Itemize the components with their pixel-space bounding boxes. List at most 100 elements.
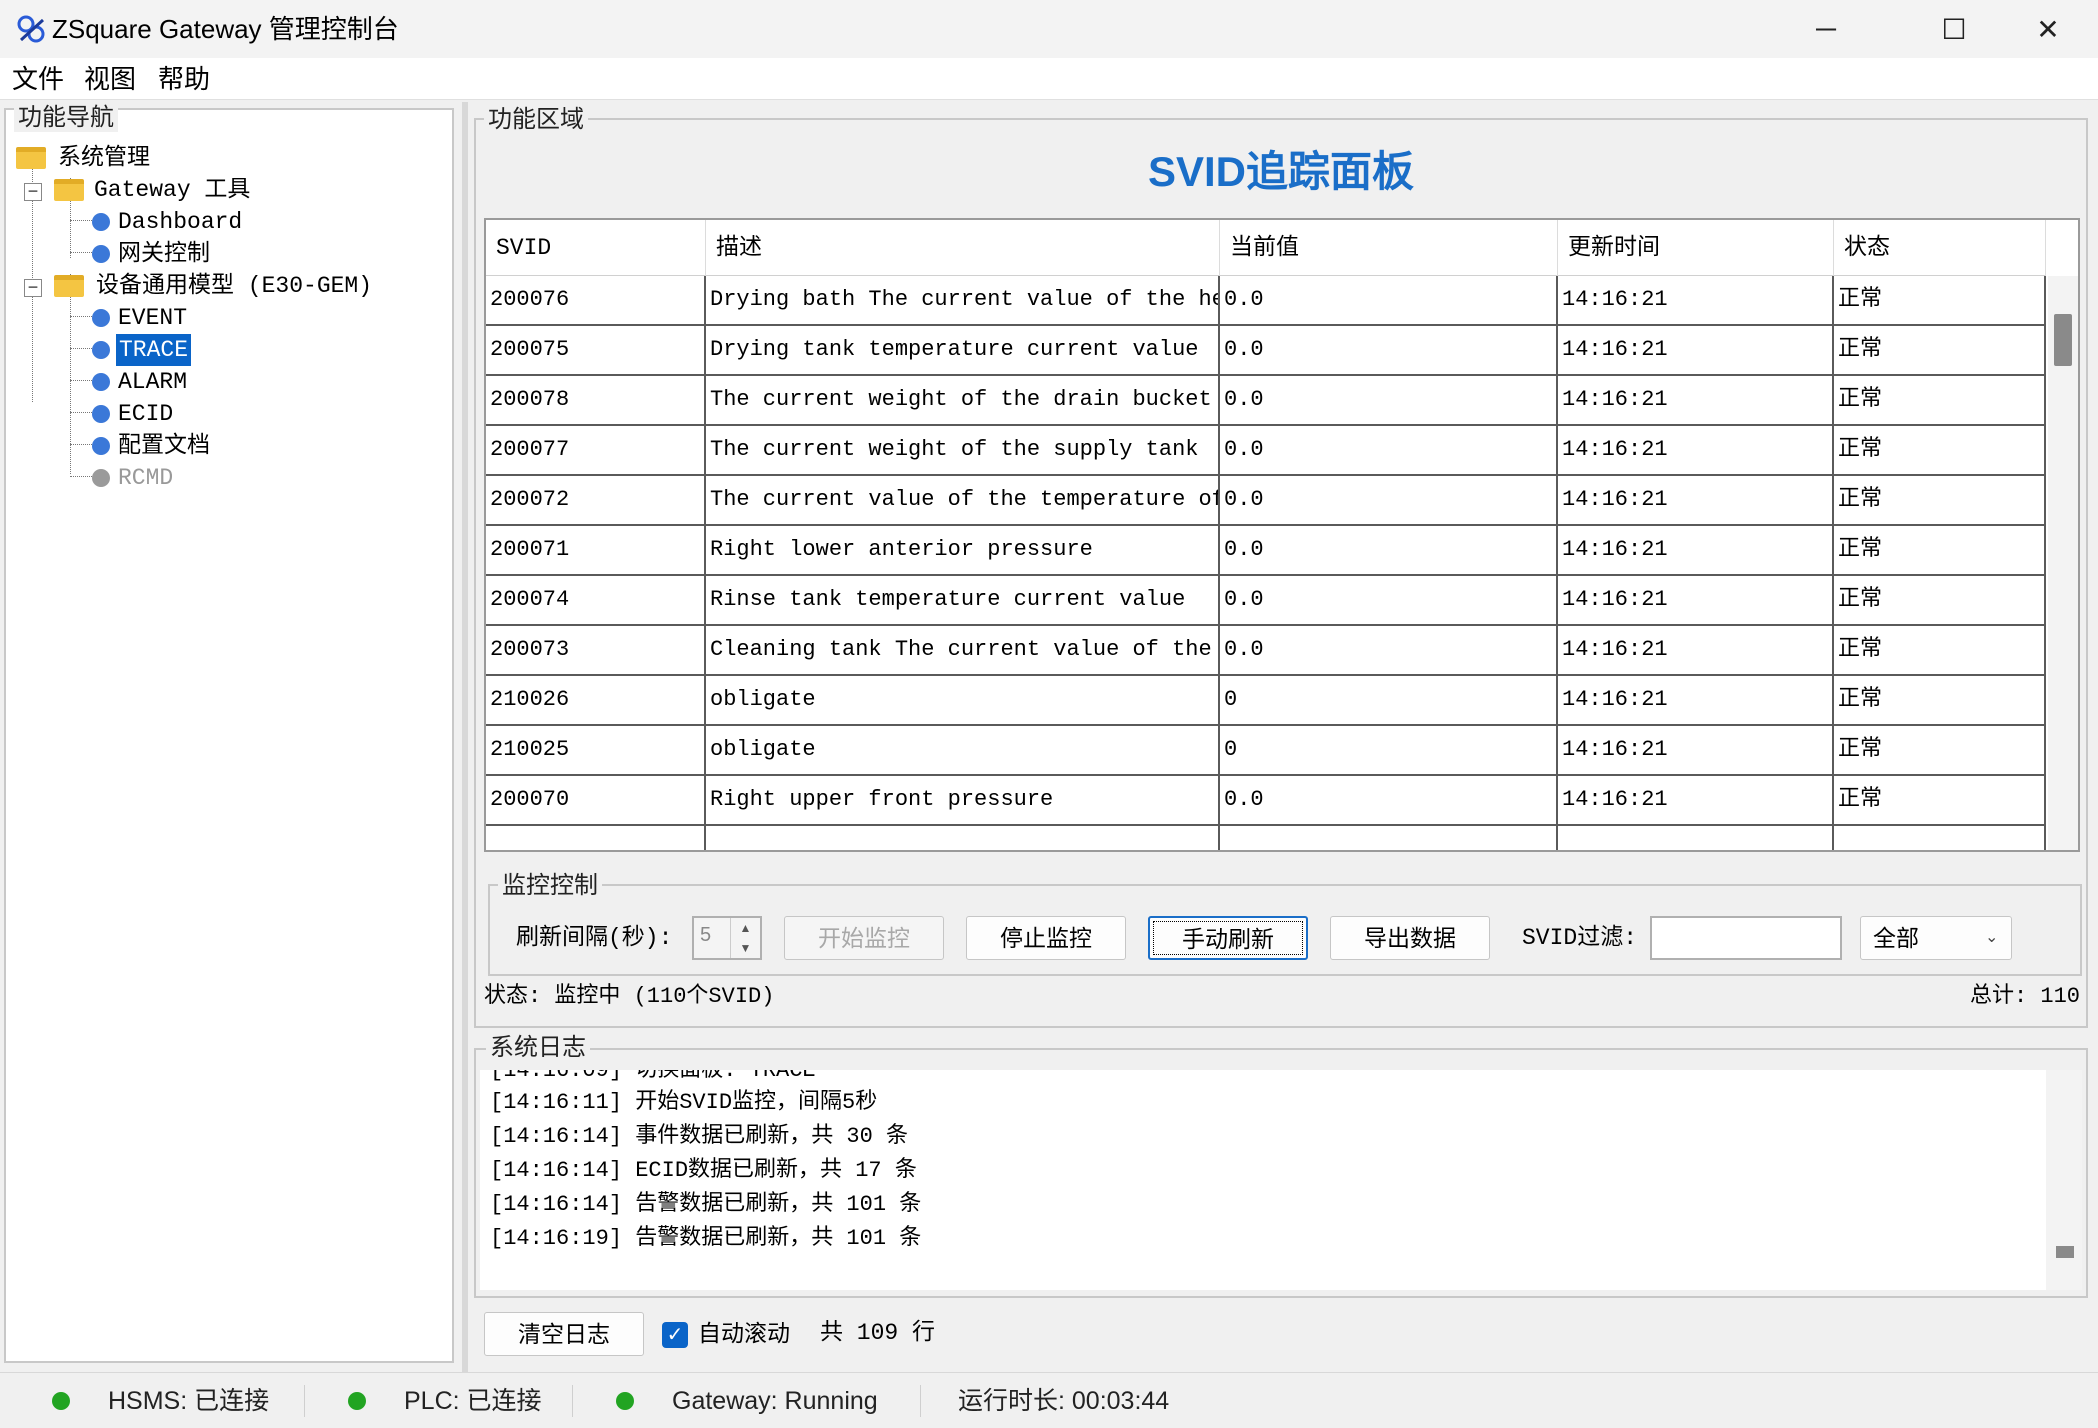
status-bar: HSMS: 已连接 PLC: 已连接 Gateway: Running 运行时长… [0,1372,2098,1428]
menu-file[interactable]: 文件 [2,62,74,96]
node-dot-icon [92,245,110,263]
column-header-status[interactable]: 状态 [1834,220,2046,276]
filter-select[interactable]: 全部 ⌄ [1860,916,2012,960]
divider [920,1385,921,1417]
gateway-status-icon [616,1392,634,1410]
table-cell [1834,826,2046,850]
table-row[interactable]: 200072 The current value of the temperatu… [486,476,2046,526]
table-row[interactable]: 210025 obligate 0 14:16:21 正常 [486,726,2046,776]
column-header-description[interactable]: 描述 [706,220,1220,276]
stop-monitor-button[interactable]: 停止监控 [966,916,1126,960]
cell-description: The current weight of the drain bucket [706,376,1220,424]
node-dot-icon [92,341,110,359]
collapse-icon[interactable]: − [24,182,42,201]
cell-status: 正常 [1834,326,2046,374]
cell-current-value: 0.0 [1220,576,1558,624]
start-monitor-button[interactable]: 开始监控 [784,916,944,960]
cell-description: Cleaning tank The current value of the .… [706,626,1220,674]
table-header: SVID 描述 当前值 更新时间 状态 [486,220,2046,276]
table-row[interactable]: 200070 Right upper front pressure 0.0 14:16… [486,776,2046,826]
column-header-current-value[interactable]: 当前值 [1220,220,1558,276]
cell-current-value: 0.0 [1220,526,1558,574]
cell-current-value: 0.0 [1220,426,1558,474]
scrollbar-thumb[interactable] [2056,1246,2074,1258]
svid-filter-label: SVID过滤: [1522,925,1638,951]
cell-current-value: 0 [1220,726,1558,774]
tree-line [70,252,92,253]
autoscroll-checkbox[interactable]: ✓ [662,1322,688,1348]
log-line: [14:16:14] 事件数据已刷新，共 30 条 [490,1124,909,1149]
column-header-svid[interactable]: SVID [486,220,706,276]
window-title: ZSquare Gateway 管理控制台 [52,14,399,44]
node-dot-icon [92,437,110,455]
svid-filter-input[interactable] [1650,916,1842,960]
table-row[interactable]: 200071 Right lower anterior pressure 0.0 14… [486,526,2046,576]
tree-label: EVENT [118,305,188,331]
collapse-icon[interactable]: − [24,278,42,297]
scrollbar-thumb[interactable] [2054,314,2072,366]
uptime: 运行时长: 00:03:44 [958,1387,1170,1415]
interval-spinbox[interactable]: 5 ▲ ▼ [692,916,762,960]
cell-status: 正常 [1834,776,2046,824]
table-row[interactable]: 210026 obligate 0 14:16:21 正常 [486,676,2046,726]
cell-description: Right lower anterior pressure [706,526,1220,574]
page-title: SVID追踪面板 [1147,148,1415,195]
export-data-button[interactable]: 导出数据 [1330,916,1490,960]
node-dot-icon [92,309,110,327]
autoscroll-label: 自动滚动 [698,1320,790,1346]
table-row[interactable]: 200073 Cleaning tank The current value of… [486,626,2046,676]
cell-current-value: 0.0 [1220,626,1558,674]
table-row[interactable]: 200076 Drying bath The current value of t… [486,276,2046,326]
menu-help[interactable]: 帮助 [148,62,220,96]
table-cell [486,826,706,850]
cell-svid: 210025 [486,726,706,774]
table-row[interactable]: 200075 Drying tank temperature current va… [486,326,2046,376]
cell-update-time: 14:16:21 [1558,776,1834,824]
cell-description: obligate [706,676,1220,724]
clear-log-button[interactable]: 清空日志 [484,1312,644,1356]
tree-label: ALARM [118,369,188,395]
cell-status: 正常 [1834,576,2046,624]
cell-update-time: 14:16:21 [1558,426,1834,474]
cell-svid: 200071 [486,526,706,574]
gateway-status: Gateway: Running [672,1387,878,1415]
table-scrollbar[interactable] [2048,276,2078,850]
cell-status: 正常 [1834,376,2046,424]
column-header-update-time[interactable]: 更新时间 [1558,220,1834,276]
cell-update-time: 14:16:21 [1558,276,1834,324]
node-dot-icon [92,213,110,231]
folder-icon [54,275,84,297]
minimize-button[interactable]: ─ [1780,0,1872,58]
tree-label: 配置文档 [118,433,210,459]
log-scrollbar[interactable] [2046,1070,2082,1290]
system-log-title: 系统日志 [486,1034,590,1062]
cell-update-time: 14:16:21 [1558,626,1834,674]
table-row[interactable]: 200078 The current weight of the drain bu… [486,376,2046,426]
interval-value: 5 [700,924,712,946]
cell-update-time: 14:16:21 [1558,526,1834,574]
spin-arrows-icon[interactable]: ▲ ▼ [730,918,760,958]
cell-status: 正常 [1834,726,2046,774]
cell-update-time: 14:16:21 [1558,326,1834,374]
table-row[interactable]: 200077 The current weight of the supply t… [486,426,2046,476]
log-text-area[interactable]: [14:16:09] 切换面板: TRACE [14:16:11] 开始SVID… [480,1070,2046,1290]
title-bar: ZSquare Gateway 管理控制台 ─ ☐ ✕ [0,0,2098,58]
cell-svid: 200073 [486,626,706,674]
table-cell [1558,826,1834,850]
close-button[interactable]: ✕ [2002,0,2094,58]
node-dot-icon [92,469,110,487]
menu-view[interactable]: 视图 [74,62,146,96]
cell-svid: 200070 [486,776,706,824]
table-row[interactable] [486,826,2046,850]
manual-refresh-button[interactable]: 手动刷新 [1148,916,1308,960]
cell-update-time: 14:16:21 [1558,576,1834,624]
maximize-button[interactable]: ☐ [1908,0,2000,58]
panel-splitter[interactable] [462,102,468,1372]
cell-status: 正常 [1834,526,2046,574]
filter-select-value: 全部 [1873,925,1919,951]
cell-svid: 200075 [486,326,706,374]
cell-svid: 200077 [486,426,706,474]
total-count: 总计: 110 [1969,984,2080,1009]
table-row[interactable]: 200074 Rinse tank temperature current val… [486,576,2046,626]
cell-svid: 200078 [486,376,706,424]
